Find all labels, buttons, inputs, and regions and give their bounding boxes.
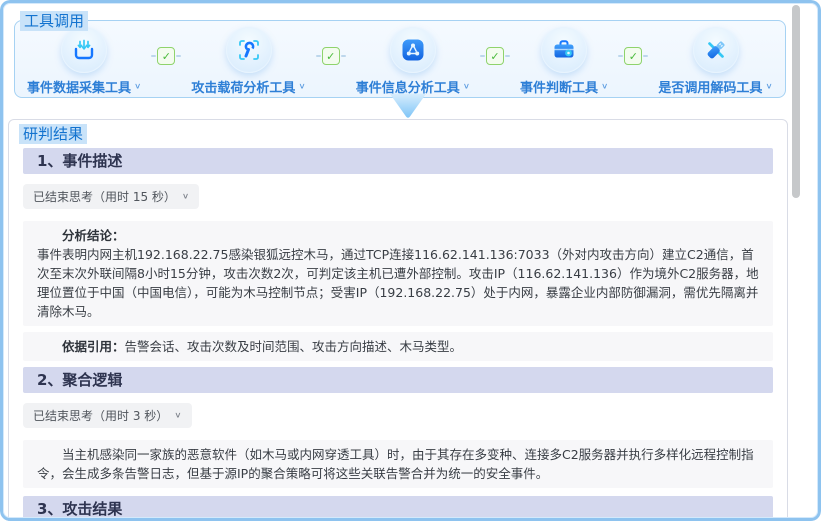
analysis-conclusion-block: 分析结论： 事件表明内网主机192.168.22.75感染银狐远控木马，通过TC…	[23, 221, 773, 326]
think-toggle-section-1[interactable]: 已结束思考（用时 15 秒） ∨	[23, 184, 199, 209]
result-panel: 研判结果 1、事件描述 已结束思考（用时 15 秒） ∨ 分析结论： 事件表明内…	[8, 119, 788, 521]
connector-line	[341, 55, 346, 57]
chevron-down-icon: ∨	[182, 192, 189, 201]
think-toggle-section-2[interactable]: 已结束思考（用时 3 秒） ∨	[23, 403, 192, 428]
analysis-conclusion-text: 事件表明内网主机192.168.22.75感染银狐远控木马，通过TCP连接116…	[37, 245, 759, 321]
scrollbar-thumb[interactable]	[792, 5, 800, 198]
connector-line	[176, 55, 181, 57]
event-judgment-icon	[541, 27, 587, 73]
chevron-down-icon[interactable]: ∨	[463, 82, 470, 91]
flow-connector: ✓	[141, 47, 191, 65]
tool-node-event-info-analysis[interactable]: 事件信息分析工具 ∨	[356, 27, 470, 96]
tool-node-decode-tool[interactable]: 是否调用解码工具 ∨	[658, 27, 772, 96]
think-toggle-label: 已结束思考（用时 3 秒）	[33, 407, 168, 424]
tool-node-label[interactable]: 是否调用解码工具 ∨	[658, 77, 772, 96]
flow-down-arrow-icon	[386, 92, 430, 119]
data-collect-icon	[61, 27, 107, 73]
aggregation-logic-text: 当主机感染同一家族的恶意软件（如木马或内网穿透工具）时，由于其存在多变种、连接多…	[37, 445, 759, 483]
tool-node-payload-analysis[interactable]: 攻击载荷分析工具 ∨	[191, 27, 305, 96]
check-badge-icon: ✓	[157, 47, 175, 65]
decode-tool-icon	[693, 27, 739, 73]
chevron-down-icon[interactable]: ∨	[601, 82, 608, 91]
connector-line	[316, 55, 321, 57]
security-analysis-page: 工具调用 事件数据采集工具 ∨	[0, 0, 821, 521]
evidence-block: 依据引用：告警会话、攻击次数及时间范围、攻击方向描述、木马类型。	[23, 332, 773, 361]
payload-analysis-icon	[226, 27, 272, 73]
tool-node-label-text: 事件数据采集工具	[27, 77, 131, 96]
connector-line	[151, 55, 156, 57]
result-panel-label-row: 研判结果	[19, 124, 773, 144]
scrollbar[interactable]	[792, 2, 801, 516]
chevron-down-icon: ∨	[174, 411, 181, 420]
evidence-heading: 依据引用：	[62, 339, 125, 354]
check-badge-icon: ✓	[624, 47, 642, 65]
event-info-analysis-icon	[390, 27, 436, 73]
tool-node-label[interactable]: 事件数据采集工具 ∨	[27, 77, 141, 96]
chevron-down-icon[interactable]: ∨	[298, 82, 305, 91]
result-panel-label: 研判结果	[19, 124, 87, 144]
analysis-conclusion-heading: 分析结论：	[37, 226, 759, 245]
section-1-header: 1、事件描述	[23, 148, 773, 174]
tool-call-panel-label: 工具调用	[20, 11, 88, 31]
flow-connector: ✓	[306, 47, 356, 65]
tool-node-label-text: 事件判断工具	[520, 77, 598, 96]
section-3-header: 3、攻击结果	[23, 496, 773, 521]
tool-flow: 事件数据采集工具 ∨ ✓	[15, 21, 785, 97]
connector-line	[618, 55, 623, 57]
flow-connector: ✓	[470, 47, 520, 65]
check-badge-icon: ✓	[322, 47, 340, 65]
connector-line	[480, 55, 485, 57]
tool-node-data-collect[interactable]: 事件数据采集工具 ∨	[27, 27, 141, 96]
chevron-down-icon[interactable]: ∨	[134, 82, 141, 91]
flow-connector: ✓	[608, 47, 658, 65]
tool-node-label-text: 攻击载荷分析工具	[191, 77, 295, 96]
tool-node-label[interactable]: 事件判断工具 ∨	[520, 77, 608, 96]
think-toggle-label: 已结束思考（用时 15 秒）	[33, 188, 176, 205]
evidence-text: 告警会话、攻击次数及时间范围、攻击方向描述、木马类型。	[125, 339, 463, 354]
tool-node-event-judgment[interactable]: 事件判断工具 ∨	[520, 27, 608, 96]
chevron-down-icon[interactable]: ∨	[765, 82, 772, 91]
connector-line	[505, 55, 510, 57]
tool-node-label-text: 是否调用解码工具	[658, 77, 762, 96]
check-badge-icon: ✓	[486, 47, 504, 65]
section-2-header: 2、聚合逻辑	[23, 367, 773, 393]
tool-call-panel: 工具调用 事件数据采集工具 ∨	[14, 20, 786, 98]
tool-node-label[interactable]: 攻击载荷分析工具 ∨	[191, 77, 305, 96]
aggregation-logic-block: 当主机感染同一家族的恶意软件（如木马或内网穿透工具）时，由于其存在多变种、连接多…	[23, 440, 773, 488]
connector-line	[643, 55, 648, 57]
